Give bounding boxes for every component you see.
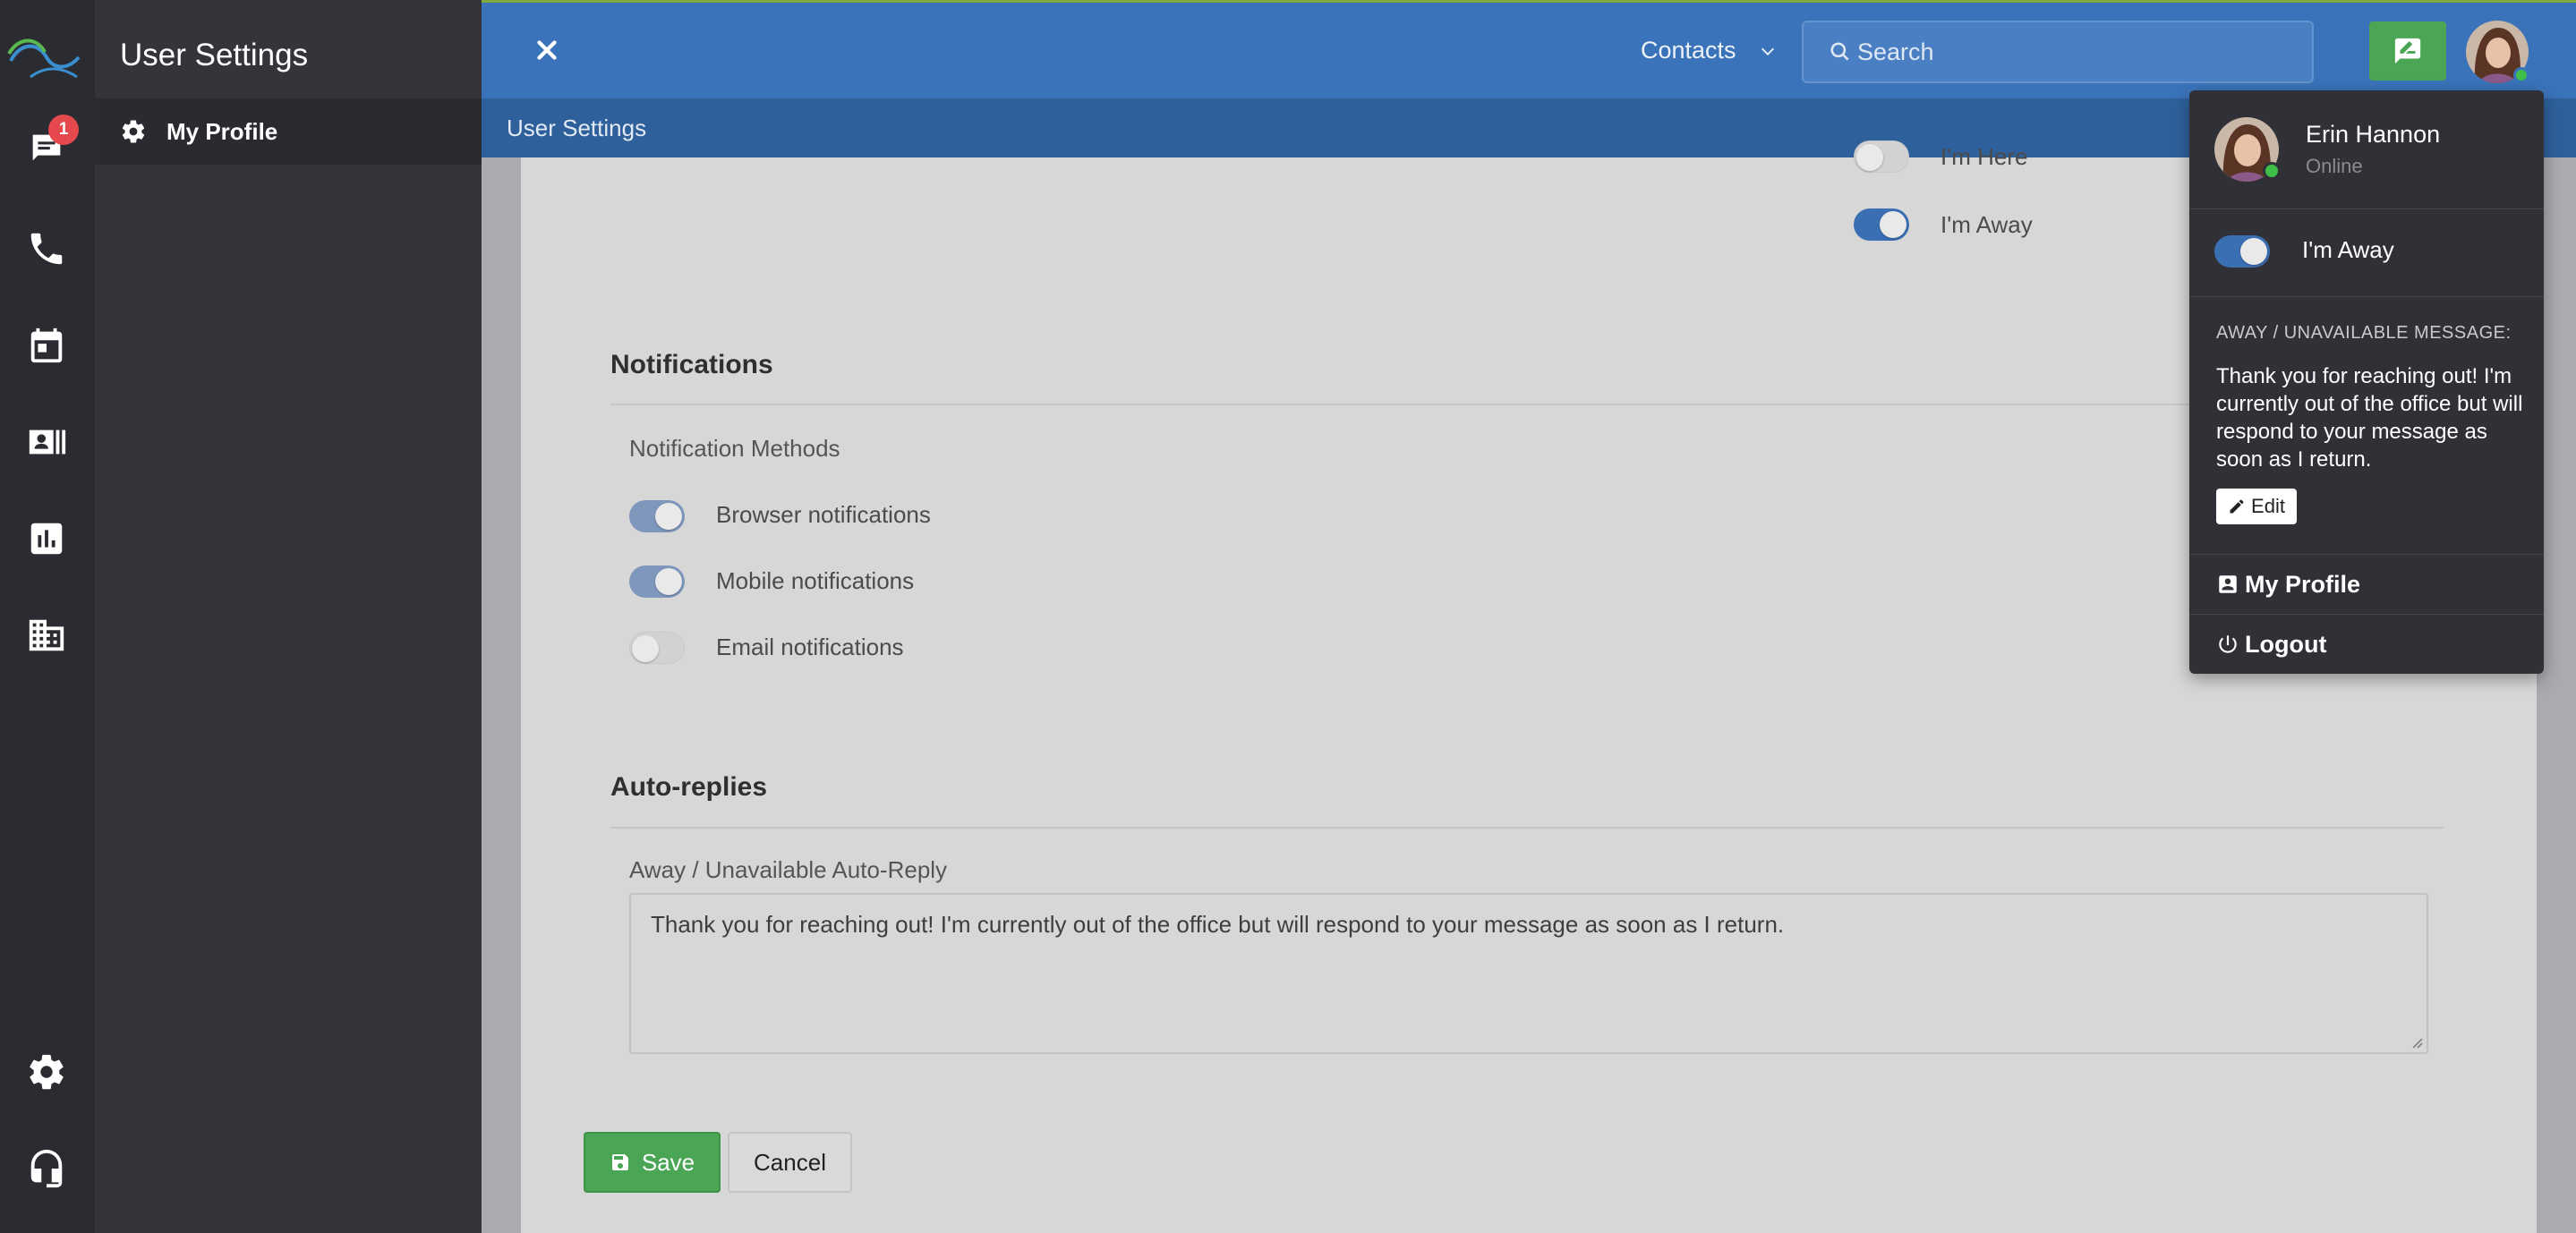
notification-methods-label: Notification Methods xyxy=(629,435,840,462)
cancel-button[interactable]: Cancel xyxy=(728,1132,852,1193)
user-name: Erin Hannon xyxy=(2306,121,2441,148)
analytics-icon[interactable] xyxy=(25,517,68,560)
sidebar-item-label: My Profile xyxy=(166,117,278,145)
floppy-disk-icon xyxy=(611,1154,628,1170)
away-message-text: Thank you for reaching out! I'm currentl… xyxy=(2216,364,2523,472)
away-message-heading: AWAY / UNAVAILABLE MESSAGE: xyxy=(2216,323,2512,343)
icon-rail: 1 xyxy=(0,0,95,1233)
im-here-toggle[interactable] xyxy=(1854,140,1909,173)
menu-item-logout[interactable]: Logout xyxy=(2189,615,2544,674)
save-button[interactable]: Save xyxy=(584,1132,721,1193)
chevron-down-icon xyxy=(1761,47,1774,55)
im-away-label: I'm Away xyxy=(1941,211,2033,238)
divider xyxy=(2189,208,2544,209)
mobile-notifications-label: Mobile notifications xyxy=(716,567,915,594)
compose-message-icon xyxy=(2394,38,2421,64)
settings-sidebar: User Settings My Profile xyxy=(95,0,482,1233)
sidebar-title: User Settings xyxy=(120,38,309,72)
save-label: Save xyxy=(641,1148,695,1176)
email-notifications-toggle[interactable] xyxy=(629,632,685,664)
close-icon[interactable] xyxy=(532,35,562,65)
divider xyxy=(610,404,2444,405)
online-status-dot xyxy=(2263,162,2281,180)
headset-icon[interactable] xyxy=(25,1147,68,1190)
top-bar: Contacts Search xyxy=(482,0,2576,98)
edit-message-button[interactable]: Edit xyxy=(2216,489,2297,524)
new-message-button[interactable] xyxy=(2369,21,2446,81)
im-away-toggle[interactable] xyxy=(1854,208,1909,241)
gear-icon xyxy=(122,120,145,143)
menu-item-my-profile[interactable]: My Profile xyxy=(2189,555,2544,614)
app-logo-icon[interactable] xyxy=(5,30,84,84)
resize-grip-icon[interactable] xyxy=(2409,1034,2423,1049)
user-status: Online xyxy=(2306,155,2363,177)
divider xyxy=(610,827,2444,829)
auto-reply-textarea[interactable]: Thank you for reaching out! I'm currentl… xyxy=(629,893,2428,1054)
contacts-card-icon[interactable] xyxy=(25,421,68,463)
search-icon xyxy=(1830,42,1849,61)
settings-gear-icon[interactable] xyxy=(25,1050,68,1093)
contacts-dropdown[interactable]: Contacts xyxy=(1641,37,1778,64)
breadcrumb-label: User Settings xyxy=(507,115,647,141)
auto-reply-text: Thank you for reaching out! I'm currentl… xyxy=(651,911,1785,938)
power-icon xyxy=(2219,635,2237,653)
divider xyxy=(2189,296,2544,297)
notifications-title: Notifications xyxy=(610,350,773,379)
building-icon[interactable] xyxy=(25,614,68,657)
calendar-icon[interactable] xyxy=(25,324,68,367)
mobile-notifications-toggle[interactable] xyxy=(629,565,685,598)
browser-notifications-label: Browser notifications xyxy=(716,501,931,528)
pencil-icon xyxy=(2230,499,2244,514)
email-notifications-label: Email notifications xyxy=(716,634,904,660)
unread-badge: 1 xyxy=(48,115,79,145)
cancel-label: Cancel xyxy=(754,1148,826,1176)
auto-reply-field-label: Away / Unavailable Auto-Reply xyxy=(629,856,948,883)
away-toggle[interactable] xyxy=(2214,235,2270,268)
profile-card-icon xyxy=(2219,575,2237,593)
logout-label: Logout xyxy=(2245,630,2327,658)
user-menu-dropdown: Erin Hannon Online I'm Away AWAY / UNAVA… xyxy=(2189,90,2544,674)
browser-notifications-toggle[interactable] xyxy=(629,500,685,532)
my-profile-label: My Profile xyxy=(2245,570,2361,598)
sidebar-item-my-profile[interactable]: My Profile xyxy=(95,98,482,165)
search-placeholder: Search xyxy=(1857,38,1934,65)
search-input[interactable]: Search xyxy=(1802,21,2314,83)
im-here-label: I'm Here xyxy=(1941,143,2028,170)
contacts-label: Contacts xyxy=(1641,37,1736,64)
phone-icon[interactable] xyxy=(25,227,68,270)
edit-label: Edit xyxy=(2251,495,2285,517)
auto-replies-title: Auto-replies xyxy=(610,772,768,802)
away-toggle-label: I'm Away xyxy=(2302,236,2394,263)
online-status-dot xyxy=(2513,67,2529,83)
